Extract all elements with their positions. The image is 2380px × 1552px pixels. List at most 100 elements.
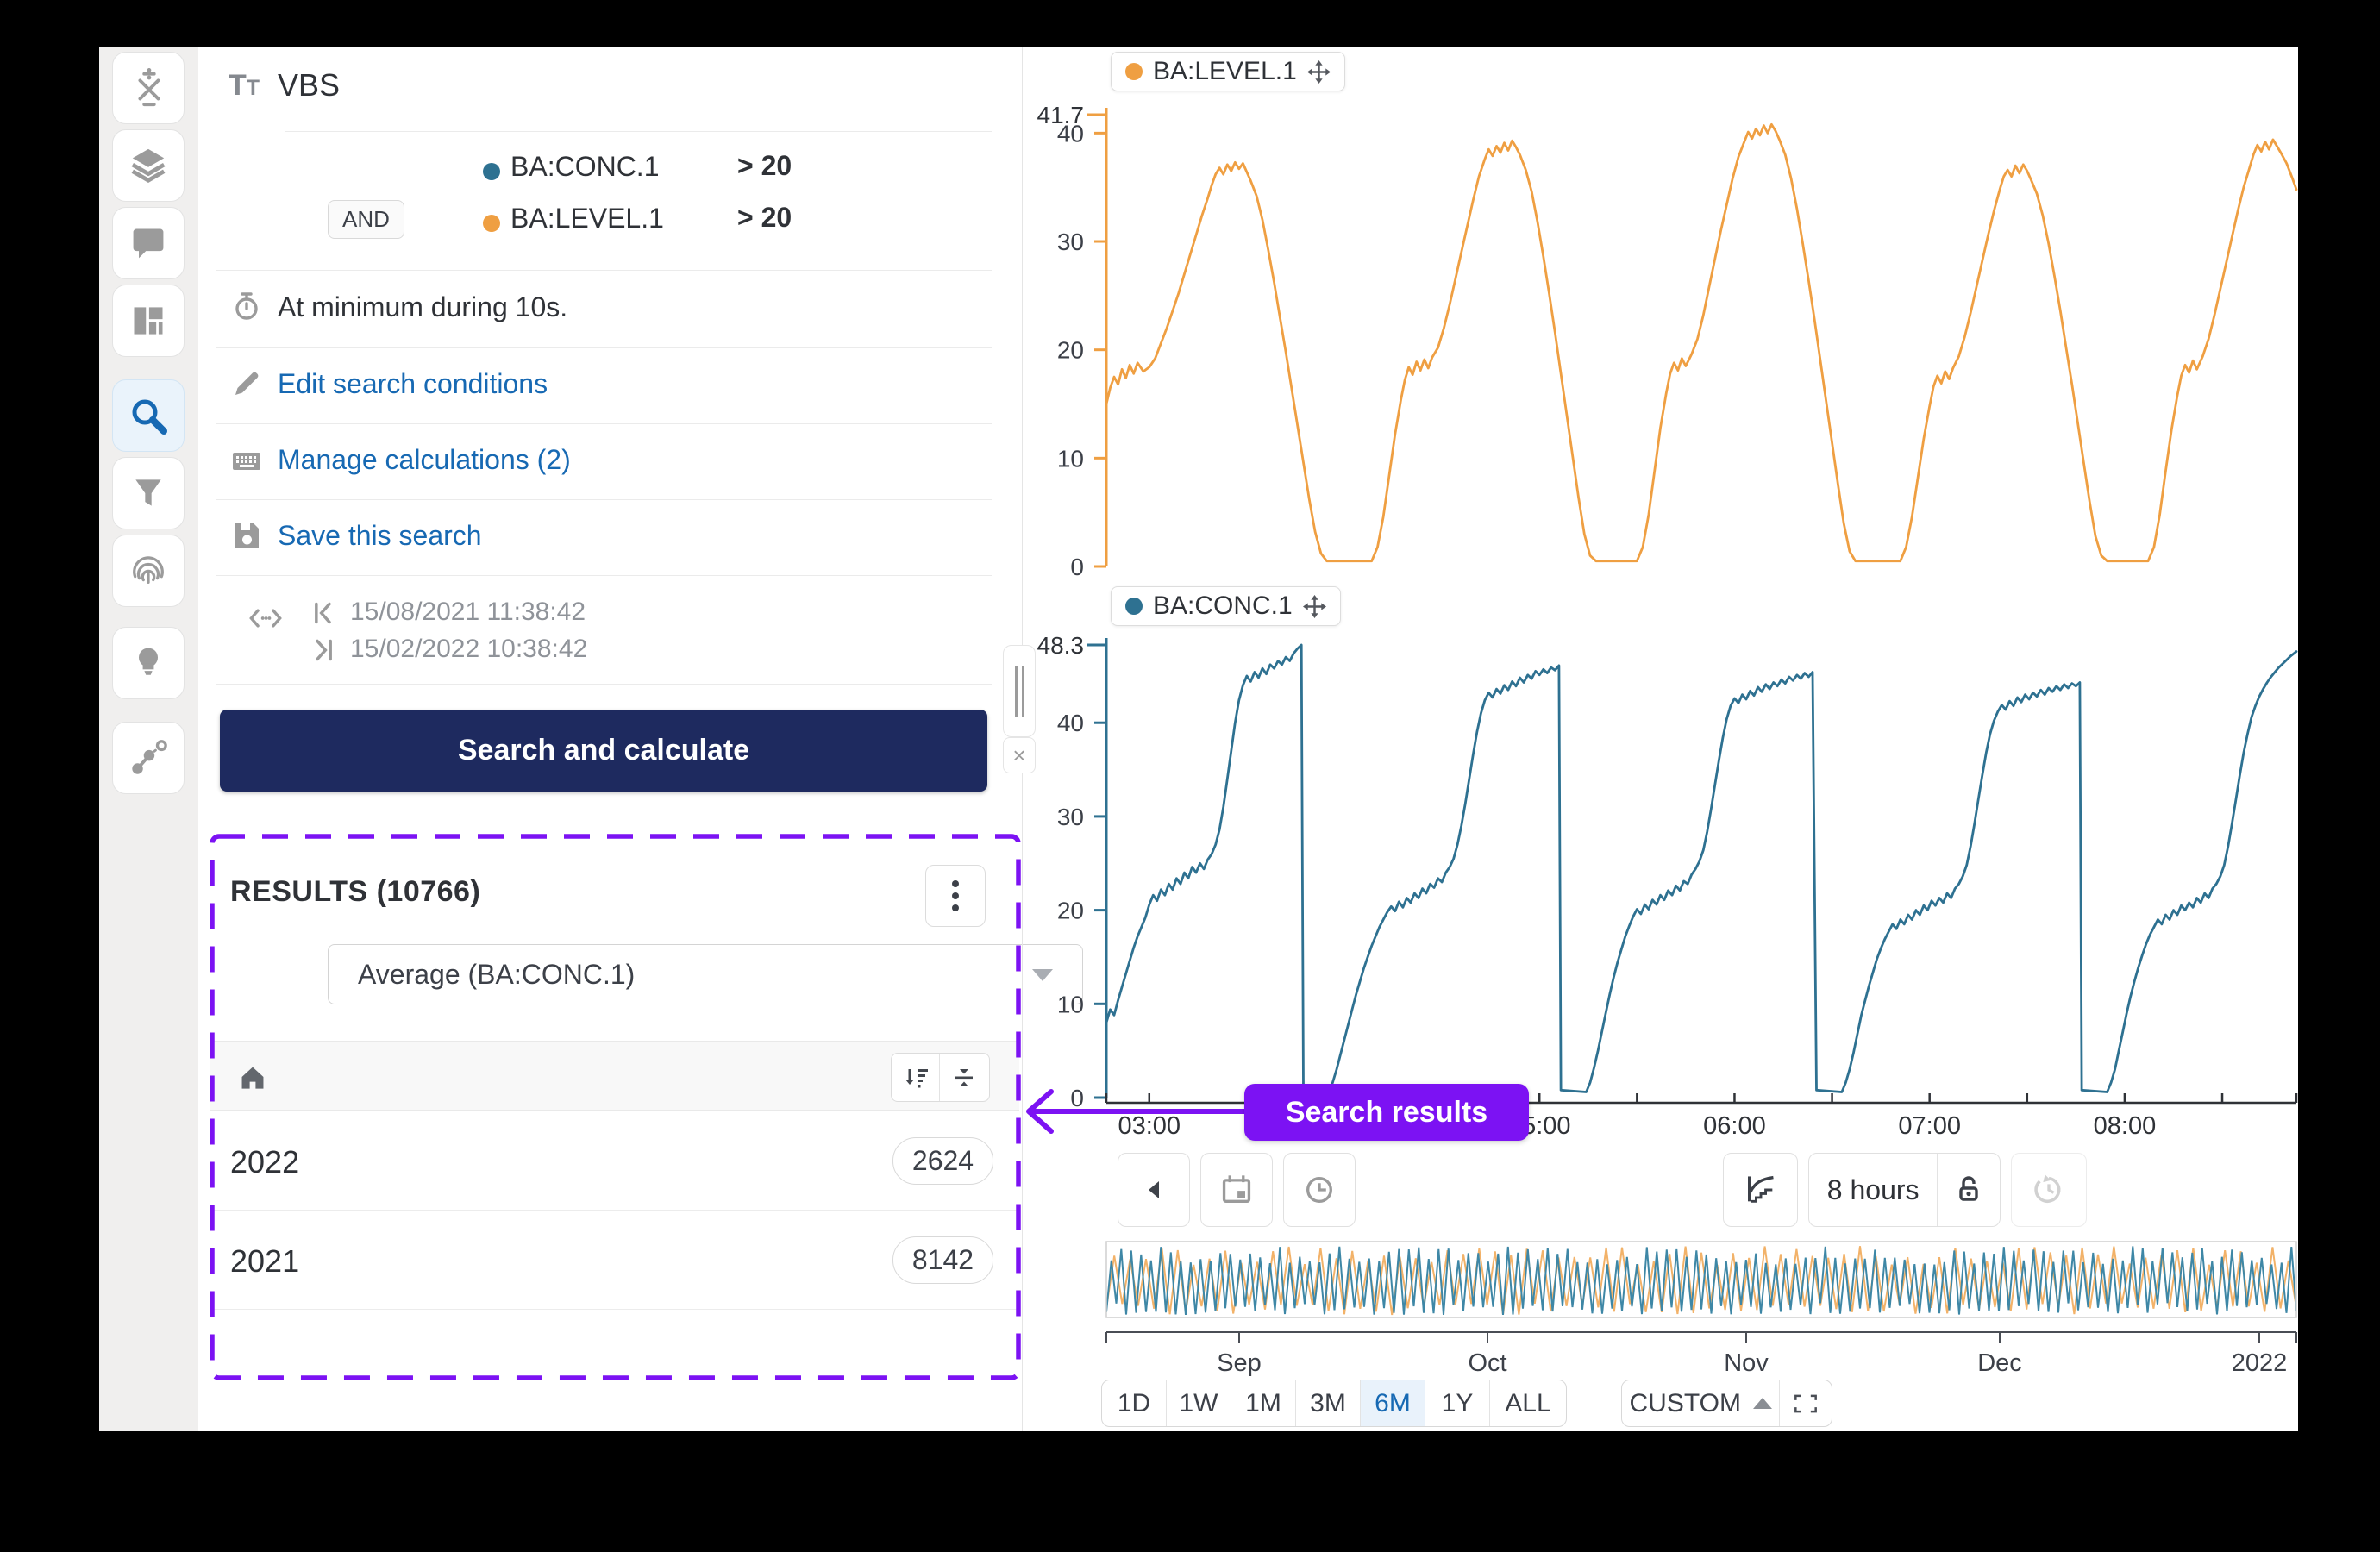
lightbulb-icon	[129, 644, 167, 682]
search-icon	[128, 395, 169, 436]
panel-splitter-handle[interactable]	[1003, 645, 1036, 737]
range-1w[interactable]: 1W	[1167, 1380, 1231, 1426]
result-row-label: 2021	[230, 1243, 299, 1280]
result-count-badge: 8142	[892, 1236, 993, 1284]
trend-type-button[interactable]	[1723, 1153, 1798, 1227]
custom-range-label: CUSTOM	[1630, 1389, 1741, 1418]
sidebar-item-search[interactable]	[112, 379, 185, 452]
results-menu-button[interactable]	[925, 865, 986, 927]
time-span-value[interactable]: 8 hours	[1809, 1154, 1938, 1226]
filter-icon	[129, 474, 167, 512]
app-window: TT VBS BA:CONC.1 > 20 AND BA:LEVEL.1 > 2…	[99, 47, 2298, 1431]
svg-text:30: 30	[1057, 804, 1084, 830]
svg-text:0: 0	[1070, 1085, 1084, 1111]
history-button[interactable]	[2011, 1153, 2087, 1227]
calendar-button[interactable]	[1200, 1153, 1273, 1227]
series-color-dot	[1125, 63, 1143, 80]
dashboard-icon	[129, 302, 167, 340]
condition-tag[interactable]: BA:LEVEL.1	[510, 203, 664, 235]
svg-text:Dec: Dec	[1977, 1349, 2022, 1377]
legend-ba-conc[interactable]: BA:CONC.1	[1111, 586, 1341, 626]
chevron-up-icon	[1753, 1398, 1772, 1409]
edit-search-conditions-link[interactable]: Edit search conditions	[278, 368, 548, 400]
condition-color-dot	[483, 215, 500, 232]
sidebar-item-filter[interactable]	[112, 457, 185, 529]
search-and-calculate-button[interactable]: Search and calculate	[220, 710, 987, 792]
time-range-icon	[248, 606, 283, 630]
sort-results-button[interactable]	[892, 1054, 940, 1101]
svg-text:Oct: Oct	[1468, 1349, 1506, 1377]
range-button-group: 1D 1W 1M 3M 6M 1Y ALL	[1101, 1380, 1567, 1427]
collapse-rows-button[interactable]	[940, 1054, 988, 1101]
home-icon[interactable]	[238, 1062, 267, 1092]
lock-span-button[interactable]	[1938, 1154, 2000, 1226]
stopwatch-icon	[231, 291, 262, 322]
manage-calculations-link[interactable]: Manage calculations (2)	[278, 444, 571, 476]
condition-threshold: > 20	[737, 150, 792, 182]
condition-color-dot	[483, 163, 500, 180]
range-1y[interactable]: 1Y	[1425, 1380, 1490, 1426]
sidebar-item-dashboard[interactable]	[112, 285, 185, 357]
jump-to-start-icon	[312, 601, 335, 625]
move-icon[interactable]	[1303, 595, 1326, 618]
search-end-date: 15/02/2022 10:38:42	[350, 635, 587, 664]
sidebar-item-recommendations[interactable]	[112, 627, 185, 699]
sidebar-item-calculations[interactable]	[112, 52, 185, 124]
unlock-icon	[1953, 1173, 1984, 1206]
svg-text:0: 0	[1070, 554, 1084, 580]
time-button[interactable]	[1283, 1153, 1356, 1227]
svg-text:20: 20	[1057, 337, 1084, 364]
condition-tag[interactable]: BA:CONC.1	[510, 151, 659, 183]
duration-text: At minimum during 10s.	[278, 291, 567, 323]
save-search-link[interactable]: Save this search	[278, 520, 482, 552]
legend-ba-level[interactable]: BA:LEVEL.1	[1111, 52, 1345, 91]
sidebar-item-layers[interactable]	[112, 129, 185, 202]
fingerprint-icon	[128, 551, 168, 591]
move-icon[interactable]	[1307, 60, 1331, 84]
collapse-vertical-icon	[952, 1066, 976, 1090]
sidebar-item-fingerprint[interactable]	[112, 535, 185, 607]
svg-text:40: 40	[1057, 710, 1084, 736]
fullscreen-icon	[1793, 1392, 1819, 1415]
text-type-icon: TT	[229, 69, 260, 103]
impact-nodes-icon	[128, 738, 168, 778]
range-3m[interactable]: 3M	[1296, 1380, 1361, 1426]
keyboard-icon	[231, 446, 262, 477]
kebab-menu-icon	[951, 879, 960, 913]
results-table-header	[210, 1041, 1019, 1111]
range-6m[interactable]: 6M	[1361, 1380, 1425, 1426]
condition-threshold: > 20	[737, 202, 792, 234]
result-row-label: 2022	[230, 1144, 299, 1180]
custom-range-button[interactable]: CUSTOM	[1622, 1380, 1780, 1426]
range-1d[interactable]: 1D	[1102, 1380, 1167, 1426]
fit-view-button[interactable]	[1780, 1380, 1832, 1426]
pencil-icon	[231, 368, 262, 399]
svg-text:20: 20	[1057, 898, 1084, 924]
results-heading: RESULTS (10766)	[230, 875, 480, 909]
sidebar-item-impact[interactable]	[112, 722, 185, 794]
layers-icon	[128, 146, 168, 185]
calendar-icon	[1219, 1173, 1254, 1207]
history-icon	[2032, 1173, 2066, 1207]
series-name: BA:CONC.1	[1153, 591, 1293, 621]
clock-icon	[1302, 1173, 1337, 1207]
svg-text:Sep: Sep	[1217, 1349, 1262, 1377]
time-span-control: 8 hours	[1808, 1153, 2001, 1227]
save-icon	[231, 520, 262, 551]
sort-descending-icon	[903, 1066, 929, 1090]
aggregate-select[interactable]: Average (BA:CONC.1)	[328, 944, 1083, 1004]
step-back-button[interactable]	[1118, 1153, 1190, 1227]
svg-text:10: 10	[1057, 445, 1084, 472]
range-all[interactable]: ALL	[1490, 1380, 1566, 1426]
search-start-date: 15/08/2021 11:38:42	[350, 598, 586, 627]
aggregate-selected-value: Average (BA:CONC.1)	[358, 959, 635, 991]
sidebar-item-comments[interactable]	[112, 207, 185, 279]
svg-text:10: 10	[1057, 991, 1084, 1017]
jump-to-end-icon	[312, 638, 335, 662]
panel-close-button[interactable]: ×	[1003, 737, 1036, 773]
svg-text:Nov: Nov	[1724, 1349, 1769, 1377]
svg-text:08:00: 08:00	[2094, 1112, 2157, 1140]
custom-range-group: CUSTOM	[1621, 1380, 1832, 1427]
svg-text:03:00: 03:00	[1118, 1112, 1181, 1140]
range-1m[interactable]: 1M	[1231, 1380, 1296, 1426]
